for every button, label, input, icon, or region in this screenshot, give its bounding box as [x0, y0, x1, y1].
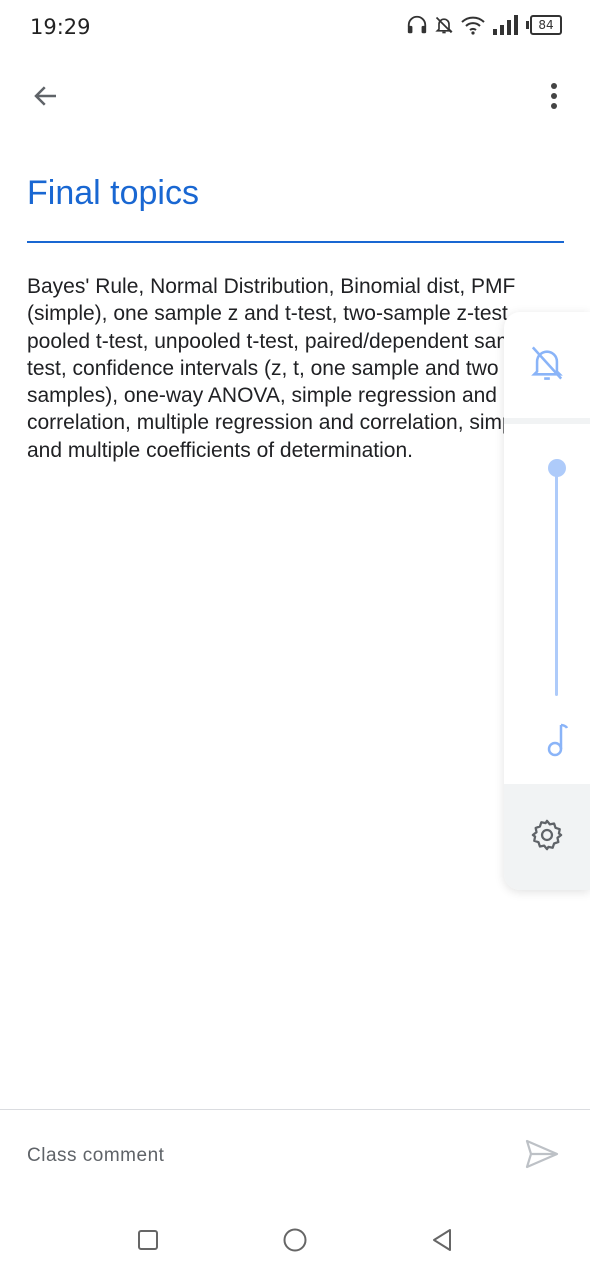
system-back-button[interactable]: [420, 1220, 464, 1264]
battery-level: 84: [530, 15, 562, 35]
post-description: Bayes' Rule, Normal Distribution, Binomi…: [27, 275, 561, 462]
bell-off-icon: [530, 344, 564, 387]
volume-settings-button[interactable]: [504, 784, 590, 890]
title-divider: [27, 241, 564, 243]
status-icons: 84: [406, 14, 562, 36]
volume-panel-separator: [504, 418, 590, 424]
recents-button[interactable]: [126, 1220, 170, 1264]
post-title: Final topics: [27, 174, 199, 212]
top-app-bar: [0, 70, 590, 126]
class-comment-input[interactable]: [27, 1140, 497, 1172]
wifi-icon: [460, 14, 486, 36]
recents-square-icon: [137, 1229, 159, 1256]
send-icon: [524, 1138, 560, 1175]
home-button[interactable]: [273, 1220, 317, 1264]
system-nav-bar: [0, 1210, 590, 1270]
bell-muted-icon: [434, 14, 454, 36]
home-circle-icon: [282, 1227, 308, 1258]
comment-divider: [0, 1109, 590, 1110]
more-options-button[interactable]: [532, 76, 576, 120]
arrow-left-icon: [31, 81, 61, 116]
battery-icon: 84: [526, 15, 562, 35]
more-vertical-icon: [549, 81, 559, 116]
back-button[interactable]: [20, 76, 72, 120]
status-bar: 19:29 84: [0, 0, 590, 56]
media-volume-slider[interactable]: [555, 470, 558, 696]
headphones-icon: [406, 14, 428, 36]
volume-panel: [504, 312, 590, 890]
ringer-toggle[interactable]: [504, 312, 590, 418]
status-time: 19:29: [30, 15, 91, 39]
gear-icon: [530, 818, 564, 857]
music-note-icon: [546, 722, 570, 763]
media-volume-button[interactable]: [540, 722, 576, 762]
signal-icon: [492, 14, 520, 36]
send-comment-button[interactable]: [520, 1134, 564, 1178]
back-triangle-icon: [430, 1227, 454, 1258]
media-volume-thumb[interactable]: [548, 459, 566, 477]
